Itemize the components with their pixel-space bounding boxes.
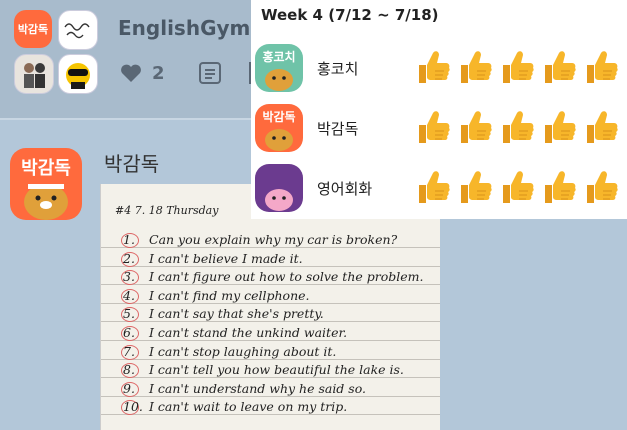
notebook-item-number: 5. [123, 306, 135, 322]
notebook-rule-line [101, 284, 440, 286]
member-name: 박감독 [317, 120, 359, 138]
thumbs-up-icon [581, 168, 619, 206]
notebook-rule-line [101, 302, 440, 304]
handwriting-icon [64, 23, 90, 39]
notebook-item-number: 2. [123, 250, 135, 266]
notebook-rule-line [101, 340, 440, 341]
people-icon [24, 63, 45, 88]
notebook-item-text: I can't figure out how to solve the prob… [149, 269, 424, 285]
thumbs-up-icon [413, 108, 451, 146]
member-name: 홍코치 [317, 60, 359, 78]
thumbs-up-icon [413, 48, 451, 86]
notebook-item-number: 10. [123, 399, 143, 415]
notebook-item-text: I can't find my cellphone. [149, 287, 310, 303]
thumbs-up-icon [455, 108, 493, 146]
notebook-item-text: I can't understand why he said so. [149, 380, 366, 396]
profile-avatar-character[interactable] [58, 54, 98, 94]
notebook-item-text: I can't say that she's pretty. [149, 306, 324, 322]
like-count: 2 [152, 62, 165, 84]
notebook-item-number: 1. [123, 232, 135, 247]
profile-avatar-park[interactable]: 박감독 [14, 10, 52, 48]
notebook-item-number: 7. [123, 343, 135, 359]
notebook-rule-line [101, 358, 440, 360]
thumbs-up-icon [497, 48, 535, 86]
member-name: 영어회화 [317, 180, 373, 198]
thumbs-up-icon [539, 168, 577, 206]
notebook-item-text: Can you explain why my car is broken? [149, 232, 398, 247]
member-avatar[interactable]: 홍코치 [255, 44, 303, 92]
notebook-item-number: 8. [123, 362, 135, 378]
notebook-rule-line [101, 247, 440, 248]
notebook-rule-line [101, 321, 440, 323]
week-card: Week 4 (7/12 ~ 7/18) 홍코치 홍코치박감독 박감독영어회화 [251, 0, 627, 219]
notebook-heading: #4 7. 18 Thursday [115, 204, 219, 217]
thumbs-up-icon [455, 48, 493, 86]
thumbs-up-icon [581, 108, 619, 146]
likes-row: 2 [120, 62, 253, 84]
thumbs-up-icon [497, 108, 535, 146]
notebook-item-text: I can't stand the unkind waiter. [149, 325, 348, 340]
thumbs-up-icon [581, 48, 619, 86]
app-title: EnglishGym [118, 16, 251, 40]
thumbs-up-icon [455, 168, 493, 206]
post-author-name: 박감독 [104, 152, 160, 176]
character-face-icon [255, 164, 303, 212]
notebook-item-text: I can't wait to leave on my trip. [149, 399, 348, 415]
profile-avatar-group[interactable] [58, 10, 98, 50]
character-face-icon [255, 44, 303, 92]
notebook-item-text: I can't stop laughing about it. [149, 343, 337, 359]
profile-avatar-couple[interactable] [14, 54, 54, 94]
member-avatar[interactable] [255, 164, 303, 212]
avatar-label: 박감독 [17, 23, 49, 36]
thumbs-up-icon [539, 48, 577, 86]
notebook-rule-line [101, 395, 440, 397]
notebook-item-number: 4. [123, 287, 135, 303]
character-icon [66, 63, 90, 89]
notebook-rule-line [101, 265, 440, 267]
notebook-rule-line [101, 377, 440, 379]
heart-icon[interactable] [120, 63, 142, 83]
notebook-rule-line [101, 414, 440, 416]
notebook-item-number: 3. [123, 269, 135, 285]
notebook-photo[interactable]: #4 7. 18 Thursday 1. Can you explain why … [100, 184, 440, 430]
notebook-item-number: 9. [123, 380, 135, 396]
notebook-item-text: I can't tell you how beautiful the lake … [149, 362, 404, 378]
week-title: Week 4 (7/12 ~ 7/18) [261, 6, 439, 24]
post-author-avatar[interactable]: 박감독 [10, 148, 82, 220]
ryan-character-icon [24, 184, 68, 220]
character-face-icon [255, 104, 303, 152]
memo-icon[interactable] [198, 62, 221, 84]
thumbs-up-icon [497, 168, 535, 206]
thumbs-up-icon [413, 168, 451, 206]
notebook-item-number: 6. [123, 325, 135, 340]
thumbs-up-icon [539, 108, 577, 146]
member-avatar[interactable]: 박감독 [255, 104, 303, 152]
notebook-item-text: I can't believe I made it. [149, 250, 303, 266]
